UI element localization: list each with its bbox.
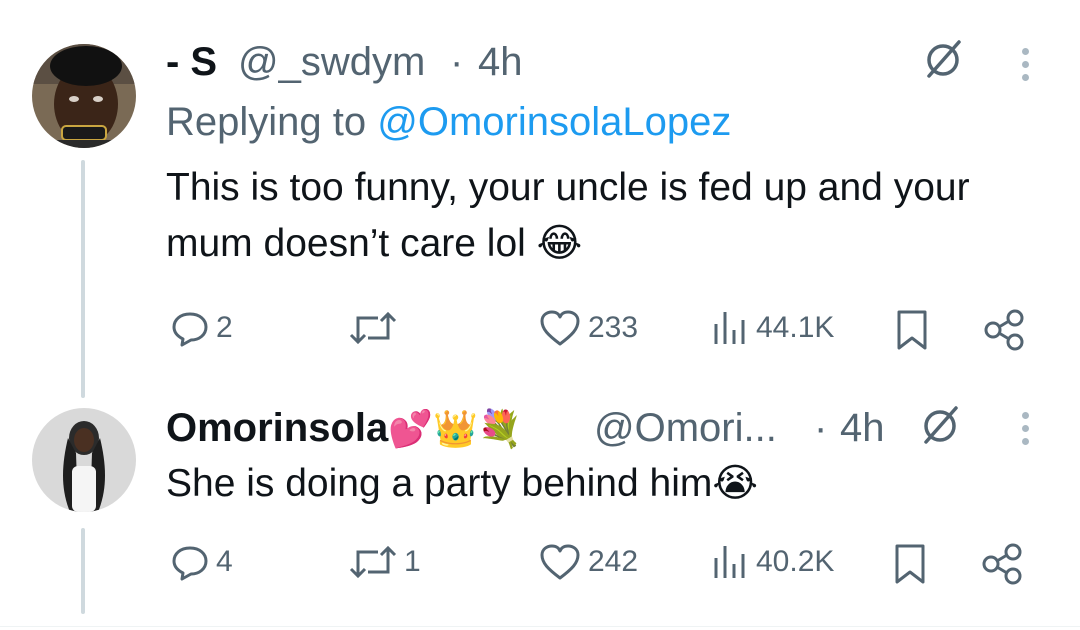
bookmark-icon [897,310,927,350]
views-button[interactable]: 44.1K [710,308,834,348]
like-icon [540,544,580,580]
replying-to-handle[interactable]: @OmorinsolaLopez [377,100,731,144]
reply-count: 4 [216,545,233,578]
bookmark-icon [895,544,925,584]
reply-button[interactable]: 2 [170,308,233,348]
like-icon [540,310,580,346]
like-count: 242 [588,545,639,578]
reply-icon [172,312,208,347]
share-icon [984,309,1024,351]
retweet-button[interactable] [348,308,404,348]
avatar[interactable] [32,44,136,148]
separator-dot: · [450,40,464,84]
divider [0,626,1080,627]
views-count: 44.1K [756,311,835,344]
bookmark-button[interactable] [892,542,928,586]
replying-to: Replying to @OmorinsolaLopez [166,100,731,145]
share-icon [982,543,1022,585]
share-button[interactable] [982,308,1026,352]
author-name[interactable]: Omorinsola💕👑💐 [166,406,523,451]
more-icon[interactable] [1022,48,1030,87]
retweet-count: 1 [404,545,421,578]
author-name[interactable]: - S [166,40,217,85]
tweet-emoji: 😂 [536,221,583,266]
share-button[interactable] [980,542,1024,586]
like-count: 233 [588,311,639,344]
tweet-text: This is too funny, your uncle is fed up … [166,160,1046,272]
tweet-emoji: 😭 [712,461,758,506]
reply-icon [172,546,208,581]
tweet-text-content: She is doing a party behind him [166,462,713,505]
views-button[interactable]: 40.2K [710,542,834,582]
like-button[interactable]: 233 [538,308,638,348]
author-handle[interactable]: @_swdym [238,40,425,85]
like-button[interactable]: 242 [538,542,638,582]
views-count: 40.2K [756,545,835,578]
views-icon [714,546,745,578]
avatar[interactable] [32,408,136,512]
replying-to-label: Replying to [166,100,378,144]
grok-icon[interactable] [921,38,965,87]
author-handle[interactable]: @Omori... [594,406,777,451]
thread-line [81,160,85,398]
views-icon [714,312,745,344]
name-emojis: 💕👑💐 [388,409,523,450]
retweet-icon [349,311,397,345]
grok-icon[interactable] [918,404,962,453]
more-icon[interactable] [1022,412,1030,451]
retweet-icon [349,545,397,579]
reply-count: 2 [216,311,233,344]
reply-button[interactable]: 4 [170,542,233,582]
tweet-text: She is doing a party behind him😭 [166,456,1046,512]
separator-dot: · [814,406,828,450]
thread-line [81,528,85,614]
bookmark-button[interactable] [894,308,930,352]
retweet-button[interactable]: 1 [348,542,421,582]
author-name-text: Omorinsola [166,406,389,450]
timestamp[interactable]: 4h [478,40,523,85]
timestamp[interactable]: 4h [840,406,885,451]
